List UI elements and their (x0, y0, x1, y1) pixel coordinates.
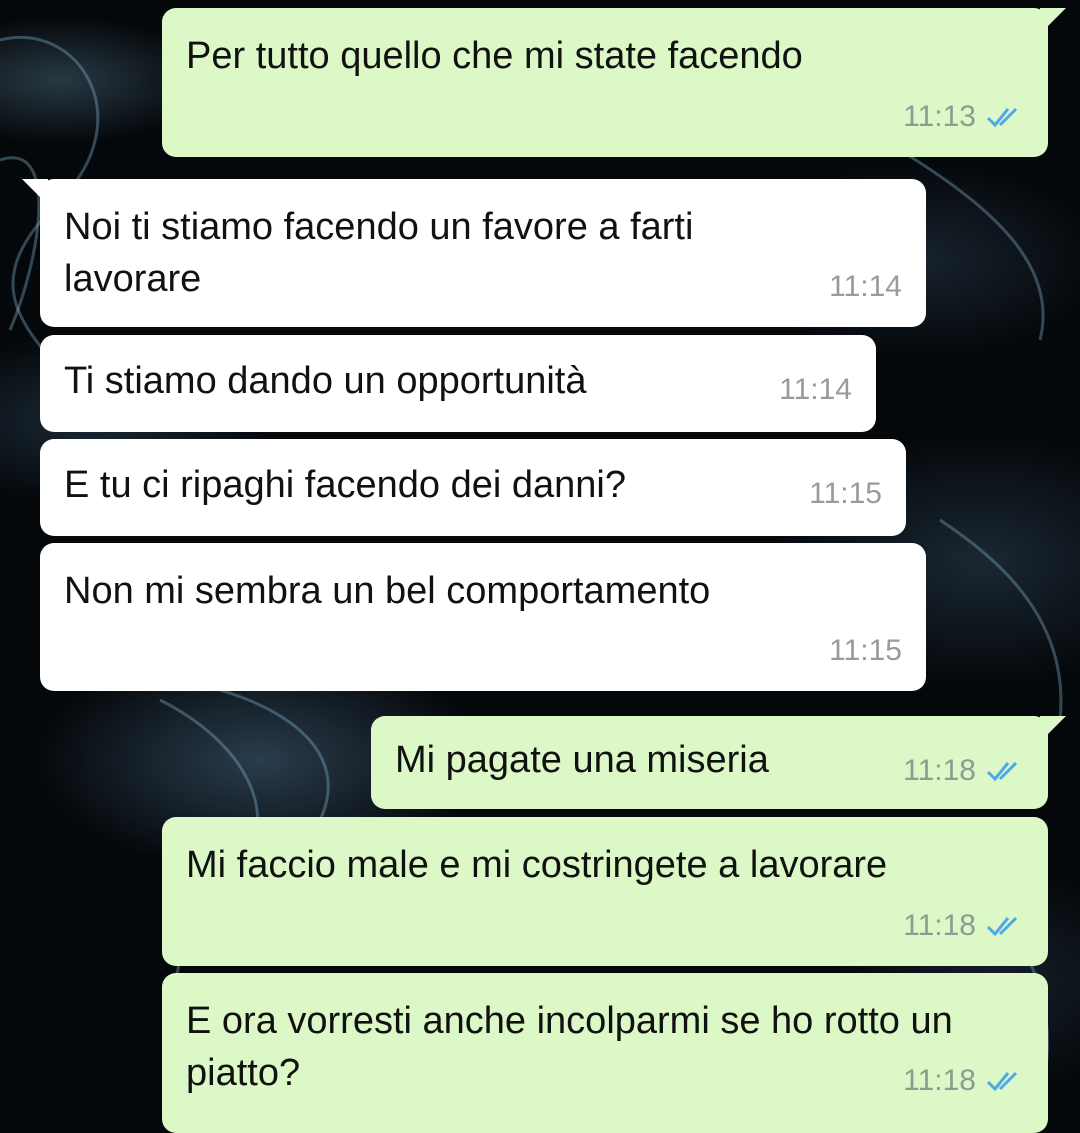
message-meta: 11:15 (809, 468, 882, 520)
bubble-tail (1040, 716, 1066, 742)
message-bubble-outgoing[interactable]: Mi pagate una miseria 11:18 (371, 716, 1066, 809)
message-bubble-outgoing[interactable]: Mi faccio male e mi costringete a lavora… (162, 817, 1048, 966)
message-bubble-incoming[interactable]: Non mi sembra un bel comportamento 11:15 (40, 543, 926, 691)
message-time: 11:18 (903, 754, 976, 787)
message-time: 11:18 (903, 1064, 976, 1097)
message-text: E tu ci ripaghi facendo dei danni? (64, 464, 626, 506)
message-text: Mi faccio male e mi costringete a lavora… (186, 844, 888, 886)
message-time: 11:18 (903, 909, 976, 942)
message-time: 11:14 (779, 373, 852, 406)
message-meta: 11:14 (779, 364, 852, 416)
message-bubble-incoming[interactable]: E tu ci ripaghi facendo dei danni? 11:15 (40, 439, 906, 536)
message-time: 11:15 (829, 634, 902, 667)
message-text: Non mi sembra un bel comportamento (64, 570, 711, 612)
message-meta: 11:15 (829, 625, 902, 677)
bubble-tail (1040, 8, 1066, 34)
message-bubble-outgoing[interactable]: Per tutto quello che mi state facendo 11… (162, 8, 1066, 157)
message-meta: 11:18 (903, 900, 1024, 952)
message-bubble-incoming[interactable]: Noi ti stiamo facendo un favore a farti … (22, 179, 926, 327)
message-text: Per tutto quello che mi state facendo (186, 35, 803, 77)
double-check-icon (986, 916, 1018, 937)
message-bubble-incoming[interactable]: Ti stiamo dando un opportunità 11:14 (40, 335, 876, 432)
message-bubble-outgoing[interactable]: E ora vorresti anche incolparmi se ho ro… (162, 973, 1048, 1133)
message-time: 11:15 (809, 477, 882, 510)
message-time: 11:14 (829, 270, 902, 303)
message-text: Noi ti stiamo facendo un favore a farti … (64, 206, 694, 300)
message-meta: 11:14 (829, 261, 902, 313)
double-check-icon (986, 107, 1018, 128)
message-meta: 11:18 (903, 745, 1024, 797)
bubble-tail (22, 179, 48, 205)
message-text: E ora vorresti anche incolparmi se ho ro… (186, 1000, 953, 1094)
double-check-icon (986, 1071, 1018, 1092)
message-meta: 11:18 (903, 1055, 1024, 1107)
message-meta: 11:13 (903, 91, 1024, 143)
message-text: Ti stiamo dando un opportunità (64, 360, 587, 402)
message-time: 11:13 (903, 100, 976, 133)
double-check-icon (986, 761, 1018, 782)
